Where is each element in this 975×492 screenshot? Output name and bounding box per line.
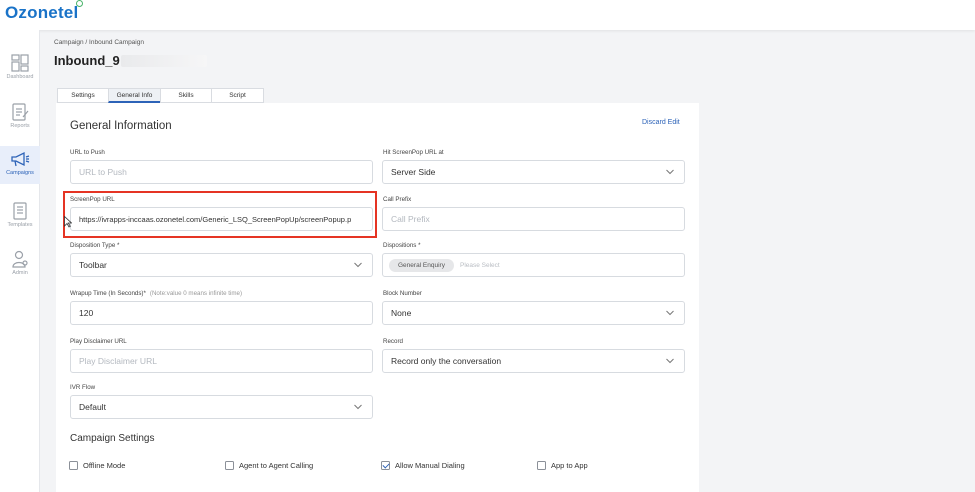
- tab-general-info[interactable]: General Info: [108, 88, 160, 103]
- record-select[interactable]: Record only the conversation: [382, 349, 685, 373]
- tab-settings[interactable]: Settings: [57, 88, 108, 103]
- wrapup-time-field[interactable]: [70, 301, 373, 325]
- allow-manual-dialing-option[interactable]: Allow Manual Dialing: [381, 461, 465, 470]
- campaign-settings-title: Campaign Settings: [70, 433, 155, 444]
- app-to-app-label: App to App: [551, 461, 588, 470]
- screenpop-url-highlight: [63, 191, 377, 238]
- chevron-down-icon: [666, 169, 674, 175]
- wrapup-time-label: Wrapup Time (In Seconds)* (Note:value 0 m…: [70, 290, 242, 297]
- logo-mark-icon: [76, 0, 83, 7]
- dispositions-placeholder: Please Select: [459, 261, 500, 269]
- disposition-type-label: Disposition Type *: [70, 242, 120, 249]
- agent-to-agent-option[interactable]: Agent to Agent Calling: [225, 461, 313, 470]
- reports-icon: [12, 103, 29, 121]
- call-prefix-field[interactable]: [382, 207, 685, 231]
- offline-mode-checkbox[interactable]: [69, 461, 78, 470]
- sidebar-item-label: Admin: [12, 270, 28, 276]
- ivr-flow-label: IVR Flow: [70, 384, 96, 391]
- dashboard-icon: [11, 54, 29, 72]
- chevron-down-icon: [354, 404, 362, 410]
- url-to-push-field[interactable]: [70, 160, 373, 184]
- tab-script[interactable]: Script: [211, 88, 264, 103]
- sidebar-item-label: Dashboard: [6, 74, 34, 80]
- sidebar-item-admin[interactable]: Admin: [0, 246, 40, 284]
- wrapup-time-note: (Note:value 0 means infinite time): [149, 290, 243, 297]
- hit-screenpop-select[interactable]: Server Side: [382, 160, 685, 184]
- disposition-type-value: Toolbar: [79, 260, 107, 270]
- ivr-flow-value: Default: [79, 402, 106, 412]
- top-bar: Ozonetel: [0, 0, 975, 30]
- ivr-flow-select[interactable]: Default: [70, 395, 373, 419]
- allow-manual-dialing-label: Allow Manual Dialing: [395, 461, 465, 470]
- megaphone-icon: [11, 151, 30, 167]
- play-disclaimer-label: Play Disclaimer URL: [70, 338, 127, 345]
- section-title: General Information: [70, 120, 172, 132]
- redacted-title-suffix: [121, 55, 207, 67]
- block-number-label: Block Number: [383, 290, 422, 297]
- block-number-value: None: [391, 308, 412, 318]
- record-value: Record only the conversation: [391, 356, 502, 366]
- app-to-app-option[interactable]: App to App: [537, 461, 588, 470]
- hit-screenpop-label: Hit ScreenPop URL at: [383, 149, 444, 156]
- hit-screenpop-value: Server Side: [391, 167, 436, 177]
- sidebar-item-campaigns[interactable]: Campaigns: [0, 146, 40, 184]
- play-disclaimer-field[interactable]: [70, 349, 373, 373]
- call-prefix-label: Call Prefix: [383, 196, 412, 203]
- play-disclaimer-input[interactable]: [79, 356, 372, 366]
- sidebar-item-label: Campaigns: [6, 170, 34, 176]
- admin-icon: [12, 250, 28, 268]
- record-label: Record: [383, 338, 403, 345]
- call-prefix-input[interactable]: [391, 214, 684, 224]
- discard-edit-link[interactable]: Discard Edit: [642, 119, 680, 126]
- sidebar-item-dashboard[interactable]: Dashboard: [0, 50, 40, 88]
- wrapup-time-label-text: Wrapup Time (In Seconds)*: [70, 290, 146, 297]
- agent-to-agent-checkbox[interactable]: [225, 461, 234, 470]
- sidebar-item-templates[interactable]: Templates: [0, 198, 40, 236]
- tab-bar: Settings General Info Skills Script: [57, 88, 264, 103]
- tab-skills[interactable]: Skills: [160, 88, 211, 103]
- page-title: Inbound_9: [54, 53, 120, 68]
- block-number-select[interactable]: None: [382, 301, 685, 325]
- url-to-push-input[interactable]: [79, 167, 372, 177]
- chevron-down-icon: [666, 310, 674, 316]
- offline-mode-label: Offline Mode: [83, 461, 126, 470]
- sidebar: Dashboard Reports Campaigns Templates Ad…: [0, 30, 40, 492]
- breadcrumb: Campaign / Inbound Campaign: [54, 39, 144, 46]
- app-to-app-checkbox[interactable]: [537, 461, 546, 470]
- agent-to-agent-label: Agent to Agent Calling: [239, 461, 314, 470]
- chevron-down-icon: [666, 358, 674, 364]
- url-to-push-label: URL to Push: [70, 149, 105, 156]
- chevron-down-icon: [354, 262, 362, 268]
- dispositions-multiselect[interactable]: General Enquiry Please Select: [382, 253, 685, 277]
- allow-manual-dialing-checkbox[interactable]: [381, 461, 390, 470]
- dispositions-label: Dispositions *: [383, 242, 421, 249]
- logo: Ozonetel: [5, 3, 79, 22]
- templates-icon: [13, 202, 27, 220]
- disposition-chip[interactable]: General Enquiry: [389, 258, 454, 272]
- mouse-cursor-icon: [64, 216, 72, 228]
- sidebar-item-label: Reports: [10, 123, 30, 129]
- sidebar-item-reports[interactable]: Reports: [0, 99, 40, 137]
- sidebar-item-label: Templates: [7, 222, 33, 228]
- offline-mode-option[interactable]: Offline Mode: [69, 461, 125, 470]
- disposition-type-select[interactable]: Toolbar: [70, 253, 373, 277]
- wrapup-time-input[interactable]: [79, 308, 372, 318]
